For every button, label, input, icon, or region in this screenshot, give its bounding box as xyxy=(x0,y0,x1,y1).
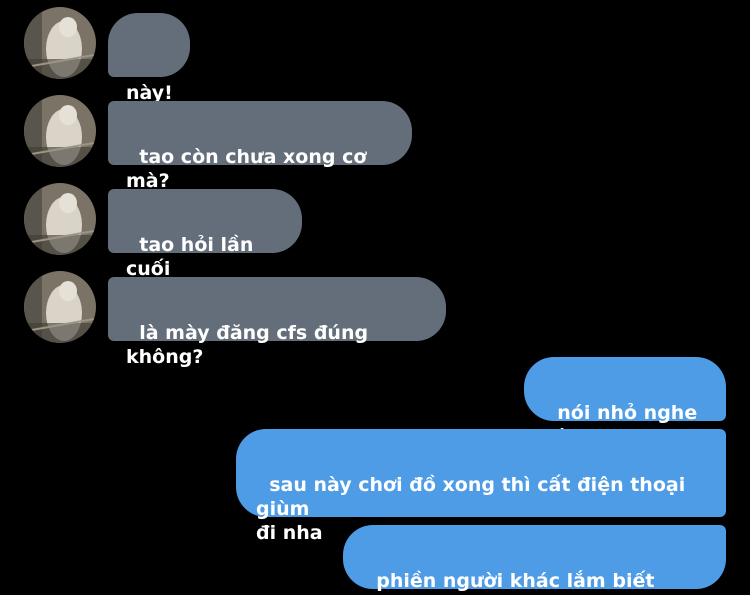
contact-avatar[interactable] xyxy=(24,183,96,255)
message-text: phiền người khác lắm biết không? xyxy=(363,570,655,595)
incoming-message-bubble[interactable]: tao còn chưa xong cơ mà? xyxy=(108,101,412,192)
outgoing-message-bubble[interactable]: nói nhỏ nghe nè xyxy=(524,357,726,448)
contact-avatar[interactable] xyxy=(24,7,96,79)
message-text: tao hỏi lần cuối xyxy=(126,234,260,280)
incoming-message-bubble[interactable]: là mày đăng cfs đúng không? xyxy=(108,277,446,368)
contact-avatar[interactable] xyxy=(24,271,96,343)
incoming-message-bubble[interactable]: này! xyxy=(108,13,190,104)
avatar-photo-icon xyxy=(24,271,96,343)
avatar-photo-icon xyxy=(24,95,96,167)
outgoing-message-bubble[interactable]: phiền người khác lắm biết không? xyxy=(343,525,726,595)
avatar-photo-icon xyxy=(24,7,96,79)
incoming-message-bubble[interactable]: tao hỏi lần cuối xyxy=(108,189,302,280)
outgoing-message-bubble[interactable]: sau này chơi đồ xong thì cất điện thoại … xyxy=(236,429,726,544)
avatar-photo-icon xyxy=(24,183,96,255)
message-text: tao còn chưa xong cơ mà? xyxy=(126,146,374,192)
message-text: là mày đăng cfs đúng không? xyxy=(126,322,375,368)
contact-avatar[interactable] xyxy=(24,95,96,167)
